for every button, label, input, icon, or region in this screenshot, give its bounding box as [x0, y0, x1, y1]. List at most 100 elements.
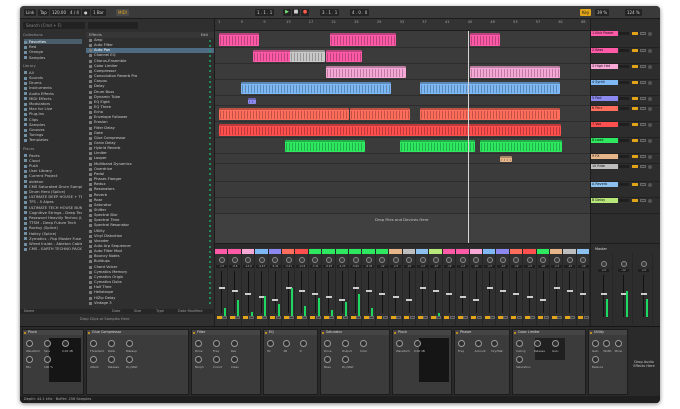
clip[interactable]: [219, 33, 259, 46]
pan-knob[interactable]: [486, 257, 493, 263]
solo-button[interactable]: [275, 316, 281, 319]
device-title[interactable]: Saturator: [321, 330, 389, 335]
clip[interactable]: [326, 50, 362, 62]
solo-button[interactable]: [302, 316, 308, 319]
param-knob[interactable]: [90, 356, 97, 363]
solo-button[interactable]: [640, 199, 646, 202]
track-activator-button[interactable]: [296, 316, 302, 319]
solo-button[interactable]: [463, 316, 469, 319]
io-chooser[interactable]: [619, 183, 629, 186]
volume-fader[interactable]: [234, 271, 236, 313]
pan-knob[interactable]: [285, 257, 292, 263]
param-knob[interactable]: [360, 340, 367, 347]
strip-title[interactable]: [402, 249, 415, 254]
param-knob[interactable]: [283, 340, 291, 347]
param-knob[interactable]: [592, 356, 599, 363]
strip-title[interactable]: [563, 249, 576, 254]
volume-fader[interactable]: [247, 271, 249, 313]
track-activator-button[interactable]: [538, 316, 544, 319]
sidebar-item[interactable]: Samples: [24, 55, 82, 60]
volume-fader[interactable]: [301, 271, 303, 313]
param-knob[interactable]: [26, 340, 33, 347]
playhead[interactable]: [468, 31, 469, 243]
track-activator-button[interactable]: [578, 316, 584, 319]
fader-cap[interactable]: [513, 293, 520, 295]
master-knob[interactable]: [640, 261, 647, 267]
param-knob[interactable]: [491, 340, 499, 347]
solo-button[interactable]: [476, 316, 482, 319]
clip[interactable]: [326, 66, 406, 78]
fader-cap[interactable]: [600, 293, 607, 295]
volume-fader[interactable]: [515, 271, 517, 313]
pan-knob[interactable]: [432, 257, 439, 263]
volume-value[interactable]: -inf: [564, 265, 576, 268]
file-item[interactable]: Vintage 3: [86, 301, 214, 306]
track-activator-button[interactable]: [632, 139, 638, 142]
pan-knob[interactable]: [379, 257, 386, 263]
track-name[interactable]: 1 Kick Power: [591, 31, 618, 36]
param-knob[interactable]: [126, 340, 133, 347]
clip[interactable]: [248, 98, 256, 104]
track-header[interactable]: 1 Kick Power: [591, 31, 660, 48]
strip-title[interactable]: [416, 249, 429, 254]
solo-button[interactable]: [530, 316, 536, 319]
track-lane[interactable]: [215, 154, 590, 164]
io-chooser[interactable]: [619, 199, 629, 202]
volume-fader[interactable]: [422, 271, 423, 313]
solo-button[interactable]: [342, 316, 348, 319]
browser-path-bar[interactable]: [88, 22, 138, 29]
strip-title[interactable]: [389, 249, 402, 254]
strip-title[interactable]: [375, 249, 389, 254]
solo-button[interactable]: [543, 316, 549, 319]
volume-fader[interactable]: [448, 271, 450, 313]
solo-button[interactable]: [640, 139, 646, 142]
pan-knob[interactable]: [312, 257, 319, 263]
device-title[interactable]: Filter: [192, 330, 260, 335]
param-knob[interactable]: [62, 340, 69, 347]
track-lane[interactable]: [215, 198, 590, 214]
track-activator-button[interactable]: [270, 316, 276, 319]
param-knob[interactable]: [213, 356, 220, 363]
master-fader[interactable]: [603, 275, 604, 317]
param-knob[interactable]: [592, 340, 599, 347]
strip-title[interactable]: [576, 249, 590, 254]
io-chooser[interactable]: [619, 65, 629, 68]
master-fader[interactable]: [643, 275, 644, 317]
device-panel[interactable]: EQ Hz dB Q: [263, 329, 318, 395]
track-header[interactable]: B Delay: [591, 198, 660, 214]
volume-fader[interactable]: [261, 271, 263, 313]
volume-fader[interactable]: [381, 271, 383, 313]
fader-cap[interactable]: [580, 293, 587, 295]
track-header[interactable]: 6 Perc: [591, 106, 660, 122]
solo-button[interactable]: [382, 316, 388, 319]
track-activator-button[interactable]: [632, 97, 638, 100]
track-lane[interactable]: [215, 106, 590, 122]
clip[interactable]: [241, 82, 391, 94]
track-activator-button[interactable]: [632, 32, 638, 35]
volume-fader[interactable]: [475, 271, 477, 313]
track-activator-button[interactable]: [484, 316, 490, 319]
pan-knob[interactable]: [245, 257, 252, 263]
volume-fader[interactable]: [502, 271, 504, 313]
param-knob[interactable]: [516, 356, 523, 363]
track-name[interactable]: 2 Bass: [591, 48, 618, 53]
volume-value[interactable]: -inf: [403, 265, 415, 268]
volume-value[interactable]: -8.6: [229, 265, 241, 268]
fader-cap[interactable]: [339, 299, 346, 301]
master-fader[interactable]: [623, 275, 624, 317]
device-title[interactable]: Phaser: [455, 330, 509, 335]
strip-title[interactable]: [496, 249, 509, 254]
volume-fader[interactable]: [556, 271, 557, 313]
solo-button[interactable]: [640, 155, 646, 158]
track-activator-button[interactable]: [404, 316, 410, 319]
fader-cap[interactable]: [231, 290, 238, 292]
column-header[interactable]: Size: [134, 309, 141, 314]
clip[interactable]: [500, 156, 512, 162]
track-activator-button[interactable]: [256, 316, 262, 319]
volume-fader[interactable]: [221, 271, 222, 313]
track-header[interactable]: 10 Ride: [591, 164, 660, 182]
volume-value[interactable]: -inf: [497, 265, 509, 268]
track-lane[interactable]: [215, 48, 590, 64]
param-knob[interactable]: [108, 356, 115, 363]
device-panel[interactable]: Pluck Waveform Sine 0.00 dB Mix 100 %: [22, 329, 84, 395]
